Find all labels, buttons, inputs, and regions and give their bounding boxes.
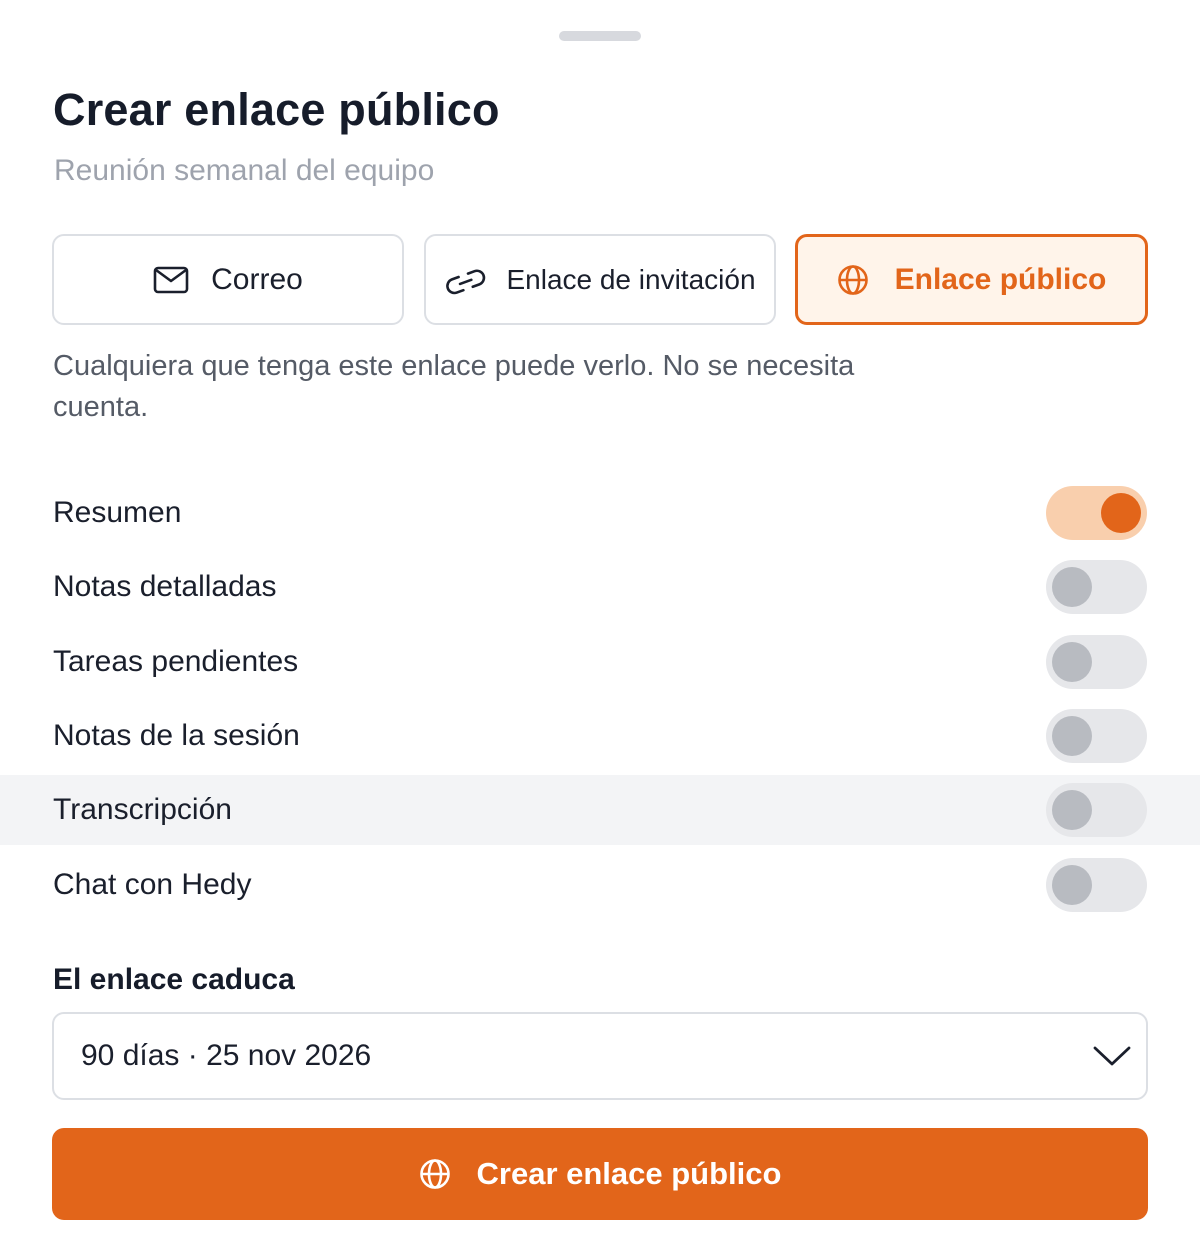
toggle-knob — [1052, 790, 1092, 830]
option-row-pending-tasks[interactable]: Tareas pendientes — [0, 627, 1200, 697]
meeting-subtitle: Reunión semanal del equipo — [54, 154, 435, 187]
option-row-detailed-notes[interactable]: Notas detalladas — [0, 552, 1200, 622]
option-label: Notas detalladas — [53, 570, 277, 603]
option-row-summary[interactable]: Resumen — [0, 478, 1200, 548]
expiry-select[interactable]: 90 días · 25 nov 2026 — [52, 1012, 1148, 1100]
toggle-knob — [1101, 493, 1141, 533]
option-label: Chat con Hedy — [53, 868, 252, 901]
tab-email-label: Correo — [211, 262, 303, 296]
toggle-knob — [1052, 567, 1092, 607]
page-title: Crear enlace público — [53, 84, 500, 135]
tab-invite-link-label: Enlace de invitación — [506, 263, 756, 295]
create-public-link-label: Crear enlace público — [476, 1156, 782, 1191]
toggle-pending-tasks[interactable] — [1046, 635, 1147, 689]
public-link-description: Cualquiera que tenga este enlace puede v… — [53, 350, 855, 423]
option-label: Resumen — [53, 496, 182, 529]
toggle-knob — [1052, 716, 1092, 756]
tab-public-link[interactable]: Enlace público — [795, 234, 1148, 325]
option-label: Transcripción — [53, 793, 232, 826]
link-icon — [446, 268, 486, 294]
drag-handle[interactable] — [559, 31, 641, 41]
toggle-detailed-notes[interactable] — [1046, 560, 1147, 614]
expiry-label: El enlace caduca — [53, 963, 295, 996]
option-label: Tareas pendientes — [53, 645, 299, 678]
create-public-link-button[interactable]: Crear enlace público — [52, 1128, 1148, 1220]
globe-icon — [419, 1159, 450, 1189]
option-row-session-notes[interactable]: Notas de la sesión — [0, 701, 1200, 771]
mail-icon — [153, 266, 189, 293]
toggle-session-notes[interactable] — [1046, 709, 1147, 763]
toggle-knob — [1052, 865, 1092, 905]
toggle-chat[interactable] — [1046, 858, 1147, 912]
expiry-value: 90 días · 25 nov 2026 — [81, 1039, 372, 1072]
option-label: Notas de la sesión — [53, 719, 300, 752]
option-row-chat[interactable]: Chat con Hedy — [0, 850, 1200, 920]
tab-invite-link[interactable]: Enlace de invitación — [424, 234, 776, 325]
toggle-knob — [1052, 642, 1092, 682]
option-row-transcript[interactable]: Transcripción — [0, 775, 1200, 845]
globe-icon — [837, 264, 868, 295]
chevron-down-icon — [1093, 1046, 1131, 1066]
toggle-transcript[interactable] — [1046, 783, 1147, 837]
tab-public-link-label: Enlace público — [894, 262, 1107, 296]
share-sheet: Crear enlace público Reunión semanal del… — [0, 0, 1200, 1253]
toggle-summary[interactable] — [1046, 486, 1147, 540]
tab-email[interactable]: Correo — [52, 234, 404, 325]
